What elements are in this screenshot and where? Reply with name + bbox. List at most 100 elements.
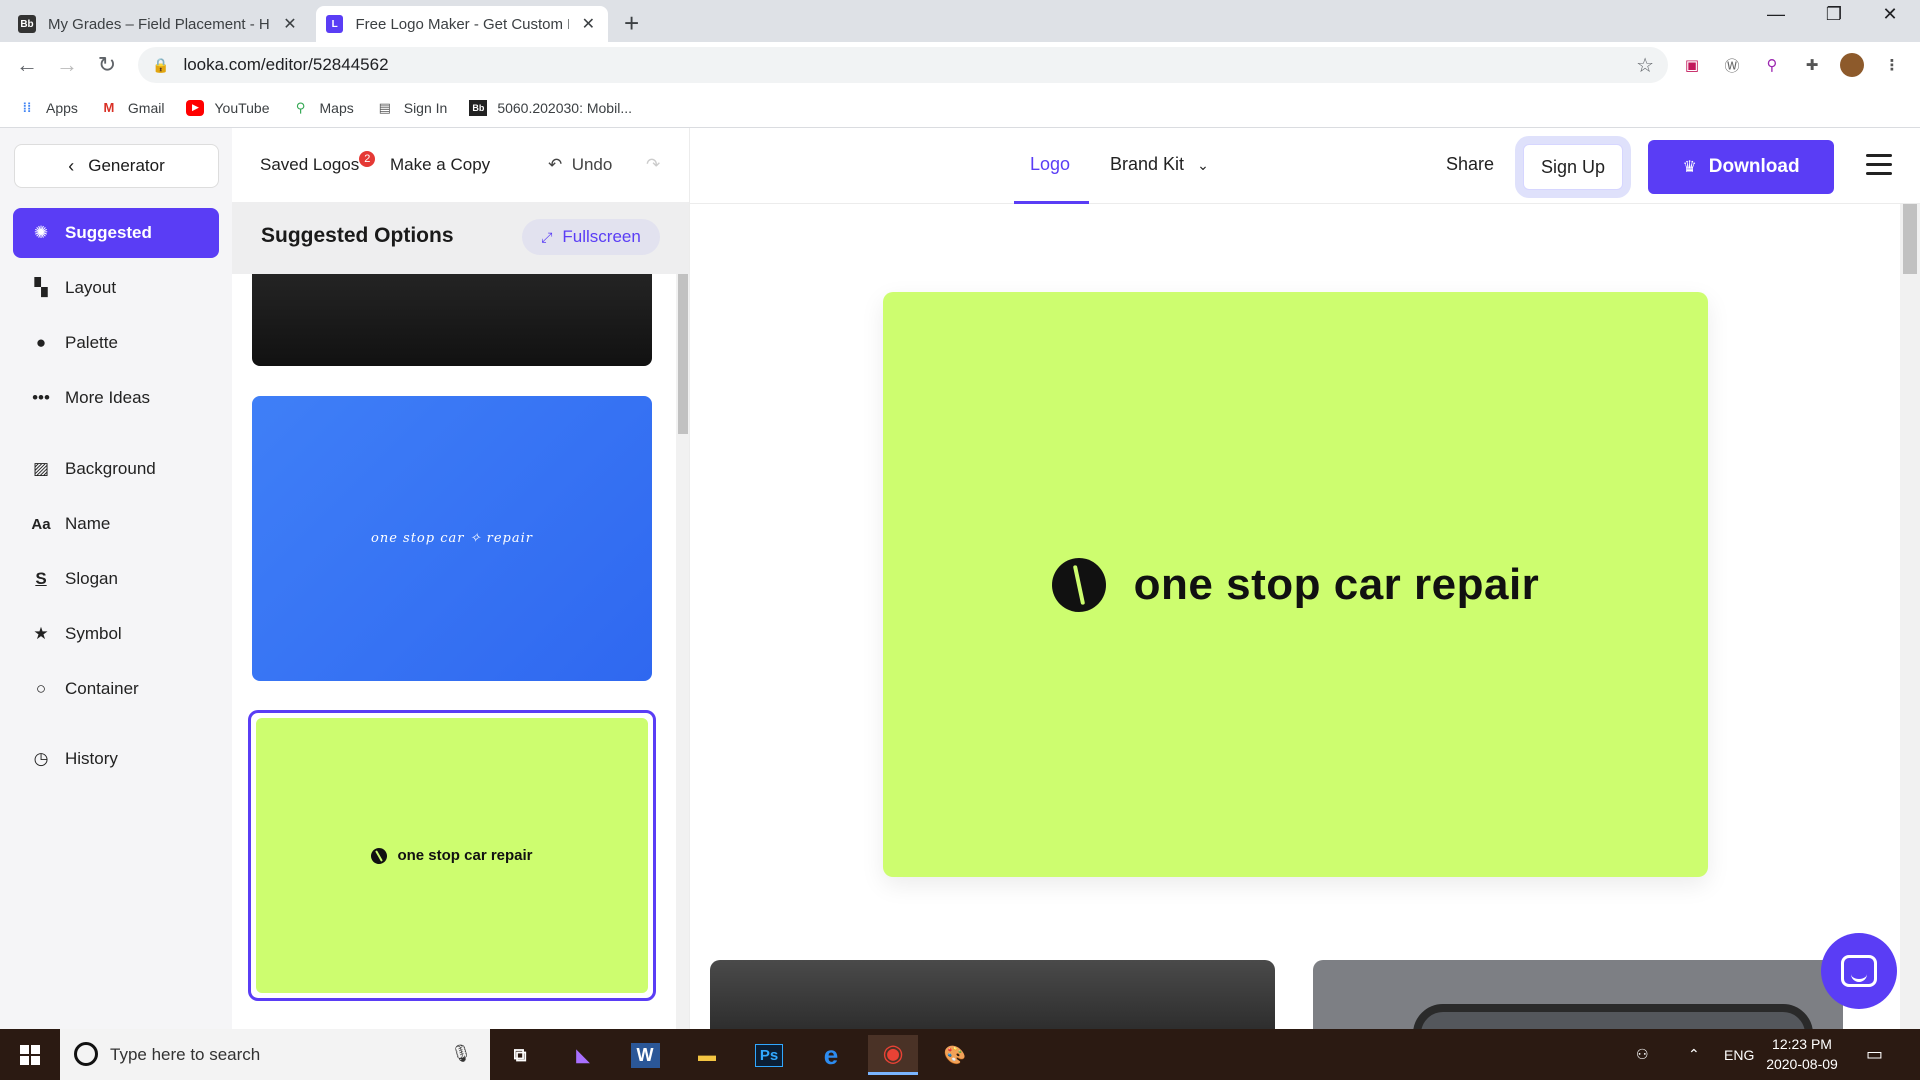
chrome-menu-icon[interactable]: ⋮ xyxy=(1880,53,1904,77)
logo-option-card-green[interactable]: one stop car repair xyxy=(256,718,648,993)
forward-arrow-icon[interactable]: → xyxy=(52,50,82,80)
sidebar-item-background[interactable]: ▨ Background xyxy=(13,444,219,494)
fullscreen-button[interactable]: ⤢ Fullscreen xyxy=(522,219,660,255)
reload-icon[interactable]: ↻ xyxy=(92,50,122,80)
visual-studio-icon[interactable]: ◣ xyxy=(558,1035,608,1075)
sidebar-item-suggested[interactable]: ✺ Suggested xyxy=(13,208,219,258)
sidebar-item-label: Layout xyxy=(65,278,117,297)
photoshop-icon[interactable]: Ps xyxy=(744,1035,794,1075)
gmail-icon: M xyxy=(103,100,115,115)
tab-title: My Grades – Field Placement - H xyxy=(48,15,270,33)
drop-icon: ● xyxy=(35,333,47,352)
address-bar[interactable]: 🔒 looka.com/editor/52844562 ☆ xyxy=(138,47,1668,83)
logo-option-card-dark[interactable] xyxy=(252,274,652,366)
logo-option-card-blue[interactable]: one stop car ✧ repair xyxy=(252,396,652,681)
close-window-icon[interactable]: ✕ xyxy=(1870,4,1910,25)
wordpress-extension-icon[interactable]: Ⓦ xyxy=(1720,53,1744,77)
pocket-extension-icon[interactable]: ▣ xyxy=(1680,53,1704,77)
saved-logos-badge: 2 xyxy=(359,151,376,167)
options-scrollbar[interactable] xyxy=(676,274,689,1029)
sidebar-item-label: Symbol xyxy=(65,624,122,643)
restore-icon[interactable]: ❐ xyxy=(1814,4,1854,25)
bookmark-maps[interactable]: ⚲ Maps xyxy=(292,100,354,116)
close-tab-icon[interactable]: ✕ xyxy=(579,14,598,34)
download-label: Download xyxy=(1708,156,1800,177)
mockup-preview-dark[interactable] xyxy=(710,960,1275,1029)
download-button[interactable]: ♛ Download xyxy=(1648,140,1834,194)
start-button[interactable] xyxy=(0,1029,60,1080)
sign-up-button[interactable]: Sign Up xyxy=(1523,144,1623,190)
taskbar-search[interactable]: Type here to search 🎙 xyxy=(60,1029,490,1080)
tab-brand-kit[interactable]: Brand Kit ⌄ xyxy=(1110,154,1209,175)
file-explorer-icon[interactable]: ▬ xyxy=(682,1035,732,1075)
tray-chevron-up-icon[interactable]: ⌃ xyxy=(1688,1029,1700,1080)
close-tab-icon[interactable]: ✕ xyxy=(280,14,300,34)
suggested-options-panel: Saved Logos 2 Make a Copy ↶ Undo ↷ Sugges… xyxy=(232,128,690,1029)
word-icon[interactable]: W xyxy=(620,1035,670,1075)
scrollbar-thumb[interactable] xyxy=(678,274,688,434)
url-text: looka.com/editor/52844562 xyxy=(183,55,389,74)
redo-icon[interactable]: ↷ xyxy=(646,155,660,175)
lock-icon: 🔒 xyxy=(152,56,170,73)
extensions-puzzle-icon[interactable]: ✚ xyxy=(1800,53,1824,77)
logo-preview[interactable]: one stop car repair xyxy=(883,292,1708,877)
windows-logo-icon xyxy=(20,1044,40,1065)
generator-button[interactable]: ‹ Generator xyxy=(14,144,219,188)
bookmark-gmail[interactable]: M Gmail xyxy=(100,100,165,116)
paint-icon[interactable]: 🎨 xyxy=(930,1035,980,1075)
clock-icon: ◷ xyxy=(33,749,49,768)
bookmark-star-icon[interactable]: ☆ xyxy=(1636,53,1654,78)
share-button[interactable]: Share xyxy=(1446,154,1494,175)
minimize-icon[interactable]: — xyxy=(1756,4,1796,25)
editor-sidebar: ‹ Generator ✺ Suggested ▚ Layout ● Palet… xyxy=(0,128,232,1029)
task-view-icon[interactable]: ⧉ xyxy=(495,1035,545,1075)
hamburger-menu-icon[interactable] xyxy=(1866,154,1892,181)
windows-taskbar: Type here to search 🎙 ⧉ ◣ W ▬ Ps e ◉ 🎨 ⚇… xyxy=(0,1029,1920,1080)
people-icon[interactable]: ⚇ xyxy=(1636,1029,1649,1080)
bookmark-youtube[interactable]: ▶ YouTube xyxy=(186,99,270,116)
profile-avatar[interactable] xyxy=(1840,53,1864,77)
notifications-icon[interactable]: ▭ xyxy=(1866,1029,1883,1080)
language-indicator[interactable]: ENG xyxy=(1724,1029,1754,1080)
saved-logos-button[interactable]: Saved Logos 2 xyxy=(260,151,376,175)
maps-pin-icon: ⚲ xyxy=(295,99,306,115)
editor-main: Logo Brand Kit ⌄ Share Sign Up ♛ Downloa… xyxy=(690,128,1920,1029)
sidebar-item-more-ideas[interactable]: ••• More Ideas xyxy=(13,373,219,423)
undo-button[interactable]: ↶ Undo xyxy=(548,155,612,175)
browser-tab-grades[interactable]: Bb My Grades – Field Placement - H ✕ xyxy=(8,6,310,42)
looka-favicon-icon: L xyxy=(326,15,344,33)
mockup-preview-phone[interactable] xyxy=(1313,960,1843,1029)
chat-support-button[interactable] xyxy=(1821,933,1897,1009)
microphone-icon[interactable]: 🎙 xyxy=(450,1044,472,1064)
slogan-icon: S xyxy=(35,569,47,588)
logo-option-card-selected[interactable]: one stop car repair xyxy=(248,710,656,1001)
sidebar-item-label: Palette xyxy=(65,333,118,352)
sidebar-item-slogan[interactable]: S Slogan xyxy=(13,554,219,604)
sidebar-item-layout[interactable]: ▚ Layout xyxy=(13,263,219,313)
chrome-icon[interactable]: ◉ xyxy=(868,1035,918,1075)
sidebar-item-palette[interactable]: ● Palette xyxy=(13,318,219,368)
sidebar-item-history[interactable]: ◷ History xyxy=(13,734,219,784)
bookmark-apps[interactable]: ⁞⁞ Apps xyxy=(18,100,78,116)
sidebar-item-label: Slogan xyxy=(65,569,118,588)
bookmark-sign-in[interactable]: ▤ Sign In xyxy=(376,100,448,116)
internet-explorer-icon[interactable]: e xyxy=(806,1035,856,1075)
sidebar-item-name[interactable]: Aa Name xyxy=(13,499,219,549)
main-scrollbar[interactable] xyxy=(1900,204,1920,1029)
circle-icon: ○ xyxy=(35,679,47,698)
bookmark-blackboard[interactable]: Bb 5060.202030: Mobil... xyxy=(469,99,632,116)
back-arrow-icon[interactable]: ← xyxy=(12,50,42,80)
clock-date: 2020-08-09 xyxy=(1766,1056,1838,1072)
sidebar-item-symbol[interactable]: ★ Symbol xyxy=(13,609,219,659)
make-copy-button[interactable]: Make a Copy xyxy=(390,155,490,175)
scrollbar-thumb[interactable] xyxy=(1903,204,1917,274)
editor-top-nav: Logo Brand Kit ⌄ Share Sign Up ♛ Downloa… xyxy=(690,128,1920,204)
new-tab-plus-icon[interactable]: + xyxy=(624,8,639,39)
taskbar-clock[interactable]: 12:23 PM 2020-08-09 xyxy=(1762,1034,1842,1074)
sidebar-item-container[interactable]: ○ Container xyxy=(13,664,219,714)
browser-tab-looka[interactable]: L Free Logo Maker - Get Custom Lo ✕ xyxy=(316,6,608,42)
search-extension-icon[interactable]: ⚲ xyxy=(1760,53,1784,77)
options-title: Suggested Options xyxy=(261,224,454,247)
sparkle-icon: ✺ xyxy=(33,223,49,242)
tab-logo[interactable]: Logo xyxy=(1030,154,1070,175)
